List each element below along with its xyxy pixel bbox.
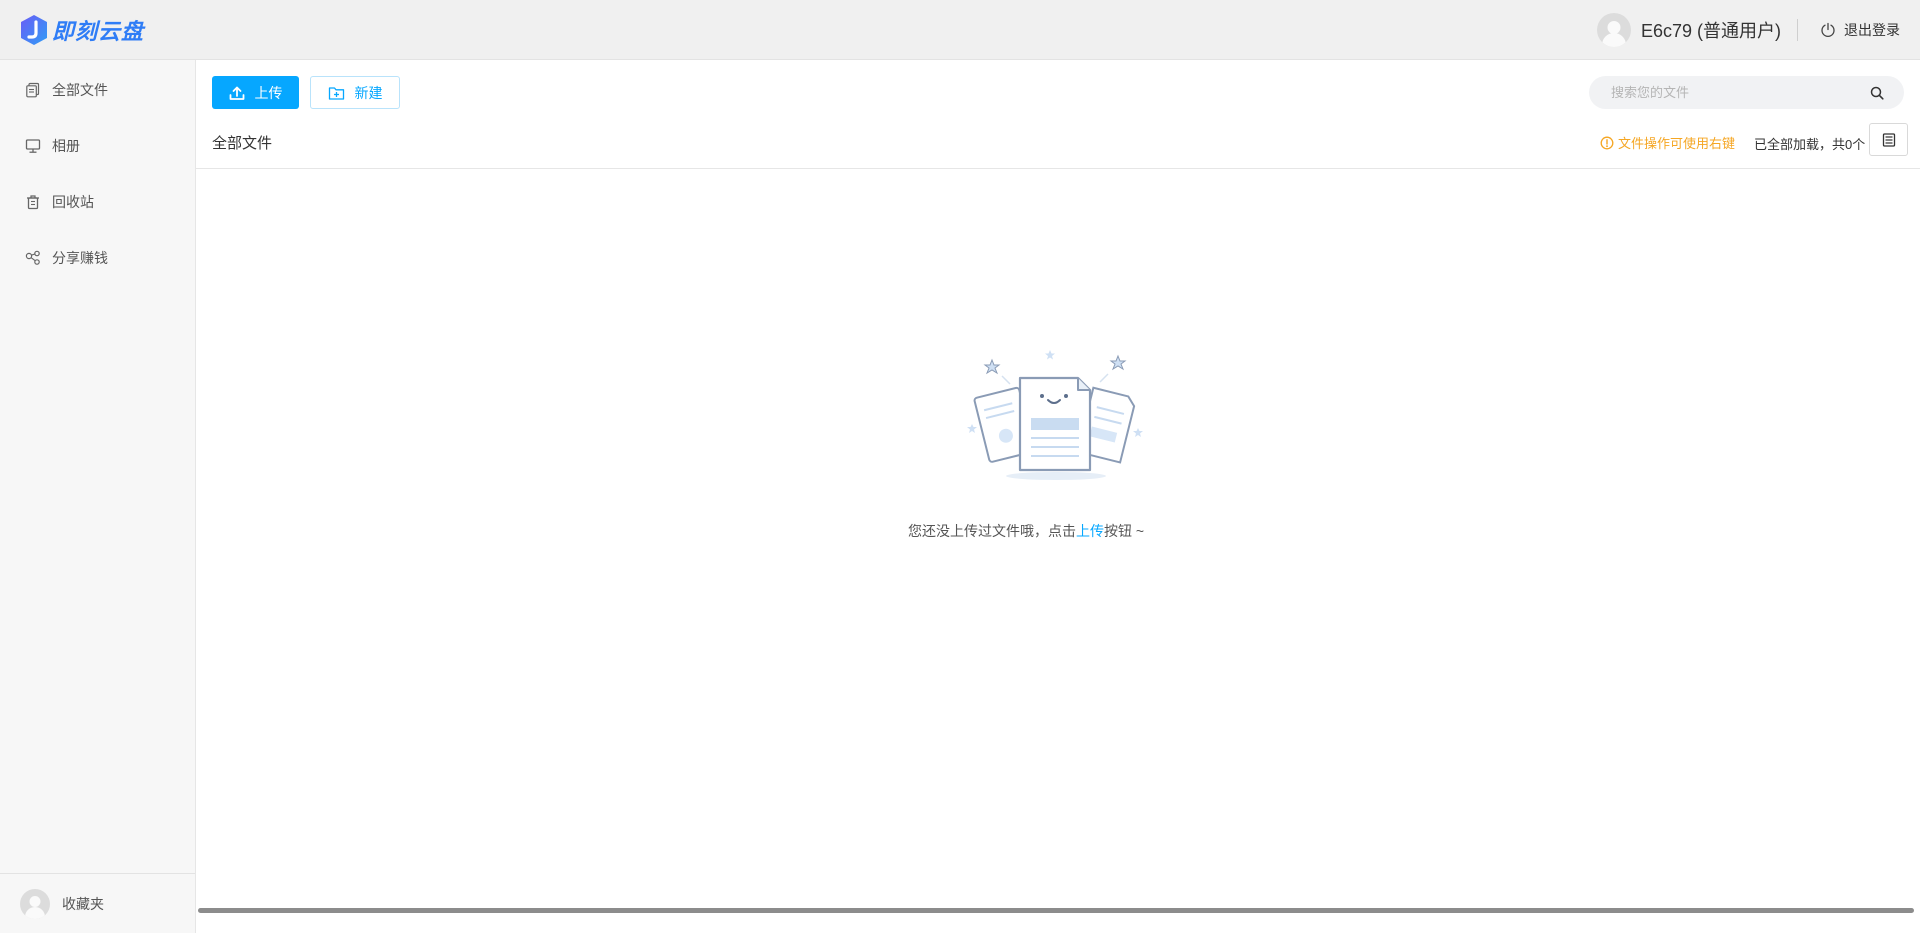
logout-label: 退出登录	[1844, 22, 1900, 38]
header-divider	[1797, 19, 1798, 41]
top-header: 即刻云盘 E6c79 (普通用户) 退出登录	[0, 0, 1920, 60]
monitor-icon	[25, 139, 41, 153]
new-folder-button[interactable]: 新建	[310, 76, 400, 109]
empty-upload-link[interactable]: 上传	[1076, 523, 1104, 539]
tip-text: 文件操作可使用右键	[1618, 136, 1736, 151]
load-status: 已全部加载，共0个	[1754, 137, 1866, 152]
avatar	[20, 888, 50, 919]
logout-button[interactable]: 退出登录	[1820, 20, 1900, 40]
sidebar-item-recycle-bin[interactable]: 回收站	[0, 182, 195, 222]
new-folder-icon	[328, 86, 344, 100]
sidebar-item-all-files[interactable]: 全部文件	[0, 70, 195, 110]
favorites-entry[interactable]: 收藏夹	[0, 873, 195, 933]
sidebar-item-label: 相册	[52, 138, 80, 154]
favorites-label: 收藏夹	[62, 895, 104, 912]
search-icon[interactable]	[1870, 86, 1884, 100]
search-box	[1589, 76, 1904, 109]
upload-label: 上传	[254, 84, 283, 101]
username[interactable]: E6c79 (普通用户)	[1641, 17, 1781, 43]
sidebar-item-share-earn[interactable]: 分享赚钱	[0, 238, 195, 278]
sidebar-item-album[interactable]: 相册	[0, 126, 195, 166]
content-divider	[196, 168, 1920, 169]
new-label: 新建	[354, 84, 383, 101]
empty-files-illustration	[967, 350, 1143, 480]
share-icon	[25, 250, 40, 265]
list-view-icon	[1882, 132, 1895, 147]
sidebar: 全部文件 相册 回收站 分享赚钱 收藏夹	[0, 60, 196, 933]
upload-icon	[229, 86, 244, 100]
main-content: 上传 新建 全部文件 文件操作可使用右键 已全部加载，共0个	[196, 60, 1920, 933]
empty-text-after: 按钮 ~	[1103, 523, 1145, 539]
upload-button[interactable]: 上传	[212, 76, 299, 109]
search-input[interactable]	[1611, 85, 1870, 100]
user-avatar[interactable]	[1596, 13, 1631, 47]
trash-icon	[27, 195, 39, 210]
sidebar-item-label: 分享赚钱	[52, 250, 108, 266]
sidebar-item-label: 回收站	[52, 194, 94, 210]
breadcrumb[interactable]: 全部文件	[212, 132, 272, 153]
view-mode-toggle[interactable]	[1869, 123, 1908, 156]
empty-text-before: 您还没上传过文件哦，点击	[907, 523, 1076, 539]
logo-icon	[21, 15, 47, 45]
sidebar-item-label: 全部文件	[52, 82, 108, 98]
files-icon	[26, 82, 40, 98]
app-logo[interactable]: 即刻云盘	[20, 13, 144, 47]
info-icon	[1600, 136, 1614, 149]
logo-text: 即刻云盘	[52, 19, 145, 44]
horizontal-scrollbar[interactable]	[198, 908, 1914, 913]
empty-state-message: 您还没上传过文件哦，点击上传按钮 ~	[196, 521, 1856, 541]
context-menu-tip: 文件操作可使用右键	[1600, 133, 1735, 152]
power-icon	[1821, 22, 1835, 38]
user-area: E6c79 (普通用户) 退出登录	[1596, 0, 1900, 60]
